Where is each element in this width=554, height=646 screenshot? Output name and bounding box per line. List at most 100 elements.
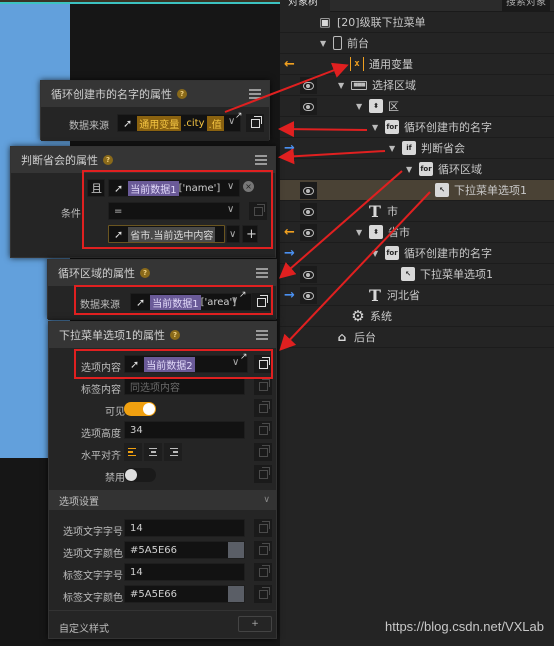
panel-menu-icon[interactable] [256,330,268,340]
input-arrow-right-icon[interactable]: → [281,119,298,136]
tree-row-hebei-text[interactable]: → T 河北省 [280,285,554,306]
option-font-color-input[interactable]: #5A5E66 [124,541,245,559]
chevron-down-icon[interactable]: ∨ [263,495,270,505]
for-icon: for [385,246,399,260]
visibility-eye-icon[interactable] [300,287,317,304]
tree-row-global-variable[interactable]: ← x 通用变量 [280,54,554,75]
align-right-button[interactable] [164,443,182,461]
help-icon[interactable]: ? [103,155,113,165]
option-height-input[interactable]: 34 [124,421,245,439]
caret-down-icon[interactable]: ▼ [372,249,380,258]
expand-icon[interactable]: ↗ [235,111,243,121]
tag-font-color-input[interactable]: #5A5E66 [124,585,245,603]
tag-font-size-input[interactable]: 14 [124,563,245,581]
tree-row-loop-area[interactable]: ▼ for 循环区域 [280,159,554,180]
copy-icon [258,542,270,555]
tree-label: 循环创建市的名字 [404,247,492,260]
panel-header[interactable]: 下拉菜单选项1的属性 ? [49,322,276,348]
input-arrow-right-icon[interactable]: → [281,287,298,304]
bind-copy-button[interactable] [254,563,272,581]
tree-row-loop-city-2[interactable]: → ▼ for 循环创建市的名字 [280,243,554,264]
tree-row-backend[interactable]: ⌂ 后台 [280,327,554,348]
caret-down-icon[interactable]: ▼ [406,165,414,174]
pointer-icon[interactable]: ➚ [123,117,132,130]
option-icon: ↖ [435,183,449,197]
tree-row-loop-city[interactable]: → ▼ for 循环创建市的名字 [280,117,554,138]
tree-row-option1-selected[interactable]: ↖ 下拉菜单选项1 [280,180,554,201]
tree-row-district[interactable]: ▼ ⬍ 区 [280,96,554,117]
panel-menu-icon[interactable] [255,155,267,165]
panel-menu-icon[interactable] [256,268,268,278]
gear-icon: ⚙ [351,307,365,325]
copy-icon [258,564,270,577]
custom-style-label: 自定义样式 [59,624,109,635]
align-left-button[interactable] [124,443,142,461]
object-tree-tabs: 对象树 搜索对象 [280,0,554,12]
tree-row-city-text[interactable]: T 市 [280,201,554,222]
panel-menu-icon[interactable] [249,89,261,99]
input-arrow-right-icon[interactable]: → [281,245,298,262]
visibility-eye-icon[interactable] [300,98,317,115]
visibility-eye-icon[interactable] [300,224,317,241]
panel-header[interactable]: 循环区域的属性 ? [48,260,276,286]
output-arrow-left-icon[interactable]: ← [281,224,298,241]
option-font-size-input[interactable]: 14 [124,519,245,537]
caret-down-icon[interactable]: ▼ [356,228,364,237]
visibility-eye-icon[interactable] [300,77,317,94]
bind-copy-button[interactable] [246,114,264,132]
visibility-eye-icon[interactable] [300,182,317,199]
help-icon[interactable]: ? [140,268,150,278]
panel-title: 下拉菜单选项1的属性 [59,329,165,342]
field-label: 数据来源 [69,121,109,132]
tag-content-input[interactable]: 同选项内容 [124,377,245,395]
tree-row-select-area[interactable]: ▼ ■■■ 选择区域 [280,75,554,96]
add-custom-style-button[interactable]: + [238,616,272,632]
tree-label: 通用变量 [369,58,413,71]
disabled-toggle[interactable] [124,468,156,482]
panel-title: 循环区域的属性 [58,267,135,280]
object-tree-panel: 对象树 搜索对象 ▣ [20]级联下拉菜单 ▼ 前台 ← x 通用变量 ▼ ■■… [280,0,554,646]
field-label: 标签文字颜色 [63,593,123,604]
bind-copy-button[interactable] [254,465,272,483]
bind-copy-button[interactable] [254,421,272,439]
field-label: 禁用 [105,473,125,484]
bind-copy-button[interactable] [254,399,272,417]
bind-copy-button[interactable] [254,541,272,559]
variable-chip[interactable]: 通用变量 [137,115,182,131]
app-icon: ▣ [319,15,331,29]
caret-down-icon[interactable]: ▼ [389,144,397,153]
search-object-button[interactable]: 搜索对象 [502,0,550,11]
bind-copy-button[interactable] [254,519,272,537]
tree-row-system[interactable]: ⚙ 系统 [280,306,554,327]
visible-toggle[interactable] [124,402,156,416]
panel-header[interactable]: 循环创建市的名字的属性 ? [41,81,269,107]
data-source-field[interactable]: ➚ 通用变量 .city .值 [117,114,241,132]
section-option-settings[interactable]: 选项设置 ∨ [49,490,276,510]
input-arrow-right-icon[interactable]: → [281,140,298,157]
visibility-eye-icon[interactable] [300,203,317,220]
caret-down-icon[interactable]: ▼ [320,39,328,48]
tag-content-placeholder: 同选项内容 [130,382,180,394]
bind-copy-button[interactable] [254,443,272,461]
help-icon[interactable]: ? [170,330,180,340]
bind-copy-button[interactable] [254,377,272,395]
tab-object-tree[interactable]: 对象树 [280,0,330,12]
tree-row-if-capital[interactable]: → ▼ if 判断省会 [280,138,554,159]
tree-row-option1-b[interactable]: ↖ 下拉菜单选项1 [280,264,554,285]
caret-down-icon[interactable]: ▼ [338,81,346,90]
help-icon[interactable]: ? [177,89,187,99]
copy-icon [258,378,270,391]
caret-down-icon[interactable]: ▼ [372,123,380,132]
tree-row-frontend[interactable]: ▼ 前台 [280,33,554,54]
align-center-button[interactable] [144,443,162,461]
path-segment: .city [183,117,205,129]
tree-row-app[interactable]: ▣ [20]级联下拉菜单 [280,12,554,33]
color-swatch[interactable] [228,586,244,602]
tree-row-province-city[interactable]: ← ▼ ⬍ 省市 [280,222,554,243]
color-swatch[interactable] [228,542,244,558]
output-arrow-left-icon[interactable]: ← [281,56,298,73]
caret-down-icon[interactable]: ▼ [356,102,364,111]
bind-copy-button[interactable] [254,585,272,603]
visibility-eye-icon[interactable] [300,266,317,283]
tree-label: 下拉菜单选项1 [454,184,527,197]
